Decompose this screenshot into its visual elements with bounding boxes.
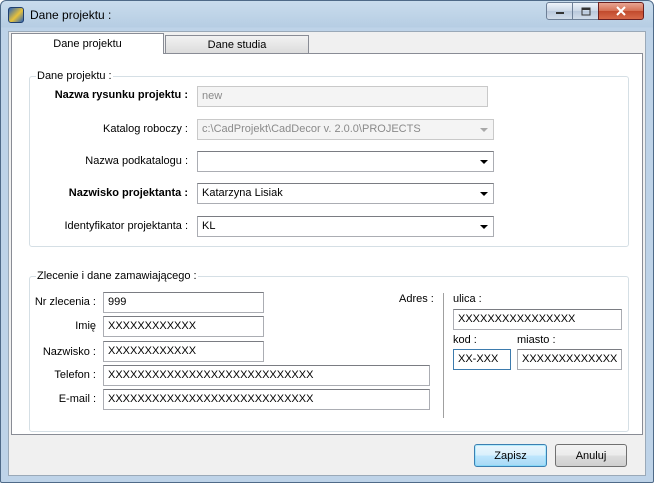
address-label: Adres :: [399, 293, 434, 305]
email-label: E-mail :: [58, 393, 96, 405]
designer-value: Katarzyna Lisiak: [202, 187, 283, 199]
working-dir-label: Katalog roboczy :: [103, 123, 188, 135]
subdir-select[interactable]: [197, 151, 494, 172]
first-name-label: Imię: [75, 320, 96, 332]
drawing-name-field[interactable]: new: [197, 86, 488, 107]
maximize-icon: [581, 7, 590, 15]
street-field[interactable]: XXXXXXXXXXXXXXXX: [453, 309, 622, 330]
last-name-field[interactable]: XXXXXXXXXXXX: [103, 341, 264, 362]
designer-select[interactable]: Katarzyna Lisiak: [197, 183, 494, 204]
close-button[interactable]: [598, 2, 644, 20]
save-button[interactable]: Zapisz: [474, 444, 547, 467]
order-no-field[interactable]: 999: [103, 292, 264, 313]
title-bar[interactable]: Dane projektu :: [1, 1, 653, 29]
city-label: miasto :: [517, 334, 556, 346]
designer-id-value: KL: [202, 220, 216, 232]
designer-id-select[interactable]: KL: [197, 216, 494, 237]
tab-panel: Dane projektu : Nazwa rysunku projektu :…: [11, 53, 643, 435]
designer-label: Nazwisko projektanta :: [68, 187, 188, 199]
working-dir-value: c:\CadProjekt\CadDecor v. 2.0.0\PROJECTS: [202, 123, 421, 135]
working-dir-select[interactable]: c:\CadProjekt\CadDecor v. 2.0.0\PROJECTS: [197, 119, 494, 140]
drawing-name-label: Nazwa rysunku projektu :: [54, 89, 188, 101]
cancel-button[interactable]: Anuluj: [555, 444, 627, 467]
order-no-label: Nr zlecenia :: [34, 296, 96, 308]
email-field[interactable]: XXXXXXXXXXXXXXXXXXXXXXXXXXXX: [103, 389, 430, 410]
address-divider: [443, 293, 444, 418]
street-label: ulica :: [453, 293, 482, 305]
phone-label: Telefon :: [54, 369, 96, 381]
chevron-down-icon: [480, 225, 488, 229]
last-name-label: Nazwisko :: [42, 346, 96, 358]
dialog-client-area: Dane projektu Dane studia Dane projektu …: [8, 31, 646, 476]
window-title: Dane projektu :: [30, 8, 112, 22]
chevron-down-icon: [480, 160, 488, 164]
minimize-button[interactable]: [546, 2, 573, 20]
close-icon: [616, 6, 626, 16]
minimize-icon: [555, 12, 564, 14]
postcode-field[interactable]: XX-XXX: [453, 349, 511, 370]
city-field[interactable]: XXXXXXXXXXXXX: [517, 349, 622, 370]
order-group-legend: Zlecenie i dane zamawiającego :: [36, 270, 198, 282]
app-icon: [8, 7, 24, 23]
subdir-label: Nazwa podkatalogu :: [85, 155, 188, 167]
dialog-window: Dane projektu : Dane projektu Dane studi…: [0, 0, 654, 483]
chevron-down-icon: [480, 128, 488, 132]
phone-field[interactable]: XXXXXXXXXXXXXXXXXXXXXXXXXXXX: [103, 365, 430, 386]
chevron-down-icon: [480, 192, 488, 196]
tab-dane-studia[interactable]: Dane studia: [165, 35, 309, 53]
maximize-button[interactable]: [572, 2, 599, 20]
project-group-legend: Dane projektu :: [36, 70, 113, 82]
designer-id-label: Identyfikator projektanta :: [64, 220, 188, 232]
tab-dane-projektu[interactable]: Dane projektu: [11, 33, 164, 54]
first-name-field[interactable]: XXXXXXXXXXXX: [103, 316, 264, 337]
postcode-label: kod :: [453, 334, 477, 346]
